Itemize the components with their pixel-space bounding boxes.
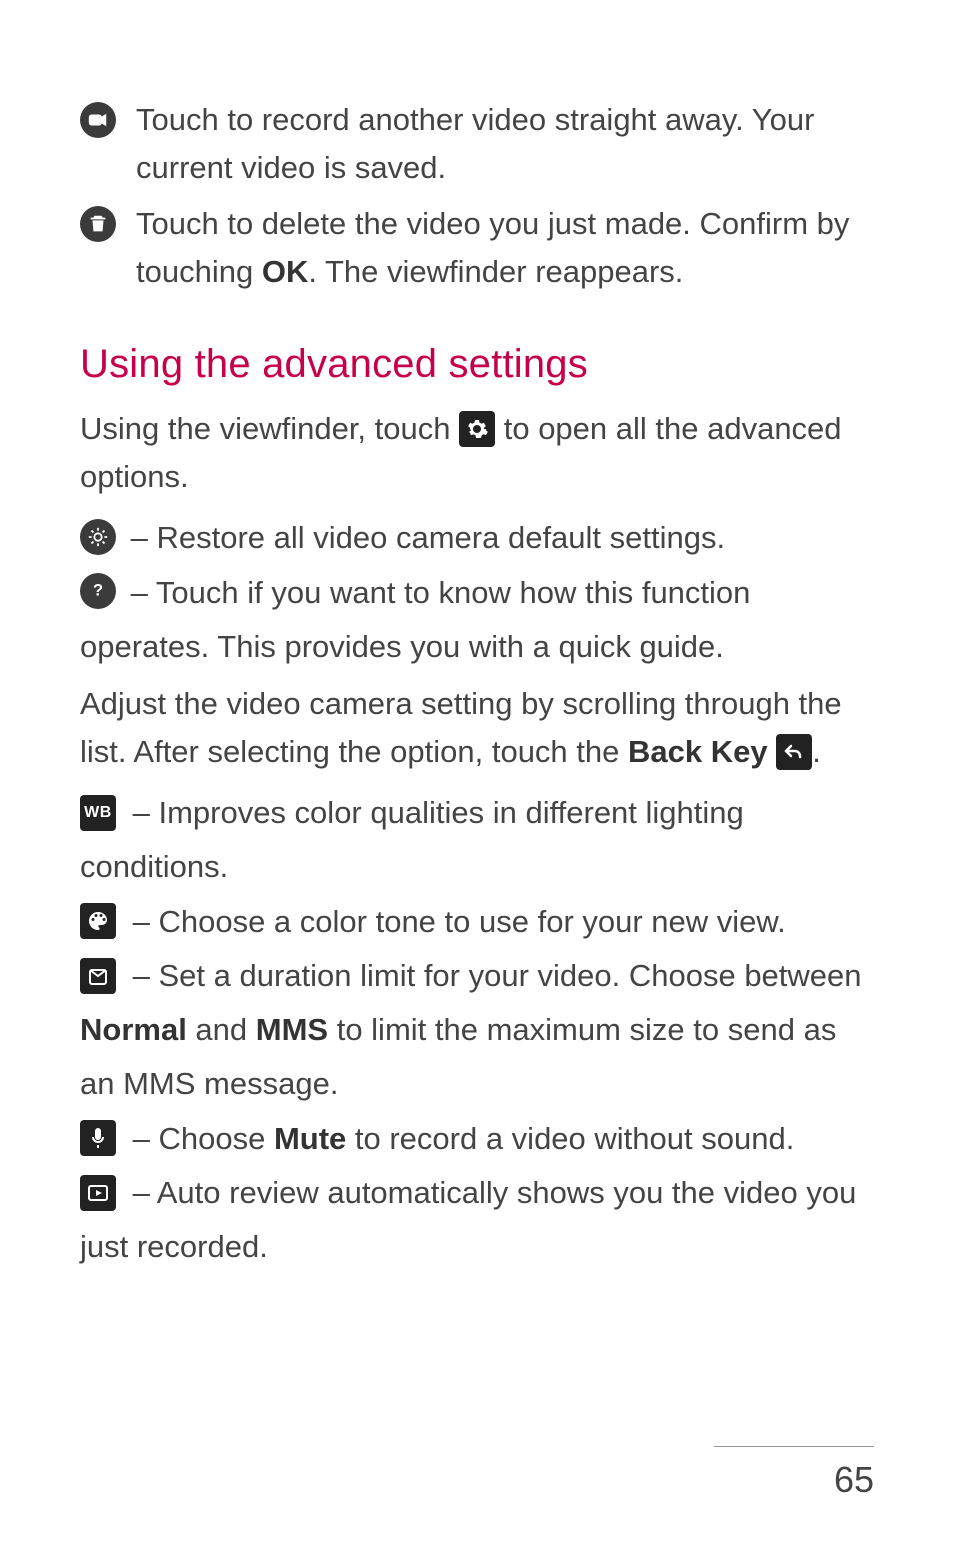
svg-text:?: ? — [93, 582, 103, 600]
advanced-intro: Using the viewfinder, touch to open all … — [80, 405, 874, 501]
auto-review-text: – Auto review automatically shows you th… — [80, 1175, 856, 1264]
settings-gear-icon — [459, 411, 495, 447]
help-row: ? – Touch if you want to know how this f… — [80, 566, 874, 675]
color-tone-row: – Choose a color tone to use for your ne… — [80, 895, 874, 949]
page-rule — [714, 1446, 874, 1447]
microphone-icon — [80, 1120, 116, 1156]
palette-icon — [80, 903, 116, 939]
restore-defaults-icon — [80, 519, 116, 555]
white-balance-row: WB – Improves color qualities in differe… — [80, 786, 874, 895]
adjust-tail: . — [812, 734, 821, 769]
adjust-post — [768, 734, 777, 769]
duration-mid: and — [187, 1012, 256, 1047]
mute-pre: – Choose — [124, 1121, 274, 1156]
auto-review-row: – Auto review automatically shows you th… — [80, 1166, 874, 1275]
intro-delete-bold: OK — [262, 254, 309, 289]
help-question-icon: ? — [80, 573, 116, 609]
back-key-icon — [776, 734, 812, 770]
duration-pre: – Set a duration limit for your video. C… — [124, 958, 862, 993]
duration-mms: MMS — [256, 1012, 328, 1047]
intro-item-delete: Touch to delete the video you just made.… — [80, 200, 874, 296]
duration-normal: Normal — [80, 1012, 187, 1047]
restore-defaults-text: – Restore all video camera default setti… — [122, 520, 725, 555]
white-balance-label: WB — [84, 799, 112, 827]
section-heading: Using the advanced settings — [80, 342, 874, 387]
white-balance-icon: WB — [80, 795, 116, 831]
intro-item-delete-text: Touch to delete the video you just made.… — [136, 200, 874, 296]
trash-icon — [80, 206, 116, 242]
help-text: – Touch if you want to know how this fun… — [80, 575, 750, 664]
advanced-intro-pre: Using the viewfinder, touch — [80, 411, 459, 446]
duration-timer-icon — [80, 958, 116, 994]
intro-item-record-text: Touch to record another video straight a… — [136, 96, 874, 192]
duration-row: – Set a duration limit for your video. C… — [80, 949, 874, 1112]
play-review-icon — [80, 1175, 116, 1211]
camcorder-icon — [80, 102, 116, 138]
mute-post: to record a video without sound. — [346, 1121, 794, 1156]
mute-bold: Mute — [274, 1121, 346, 1156]
intro-item-record: Touch to record another video straight a… — [80, 96, 874, 192]
intro-delete-post: . The viewfinder reappears. — [308, 254, 683, 289]
white-balance-text: – Improves color qualities in different … — [80, 795, 744, 884]
restore-defaults-row: – Restore all video camera default setti… — [80, 511, 874, 565]
mute-row: – Choose Mute to record a video without … — [80, 1112, 874, 1166]
page-number: 65 — [834, 1459, 874, 1501]
color-tone-text: – Choose a color tone to use for your ne… — [124, 904, 786, 939]
back-key-bold: Back Key — [628, 734, 768, 769]
adjust-paragraph: Adjust the video camera setting by scrol… — [80, 680, 874, 776]
